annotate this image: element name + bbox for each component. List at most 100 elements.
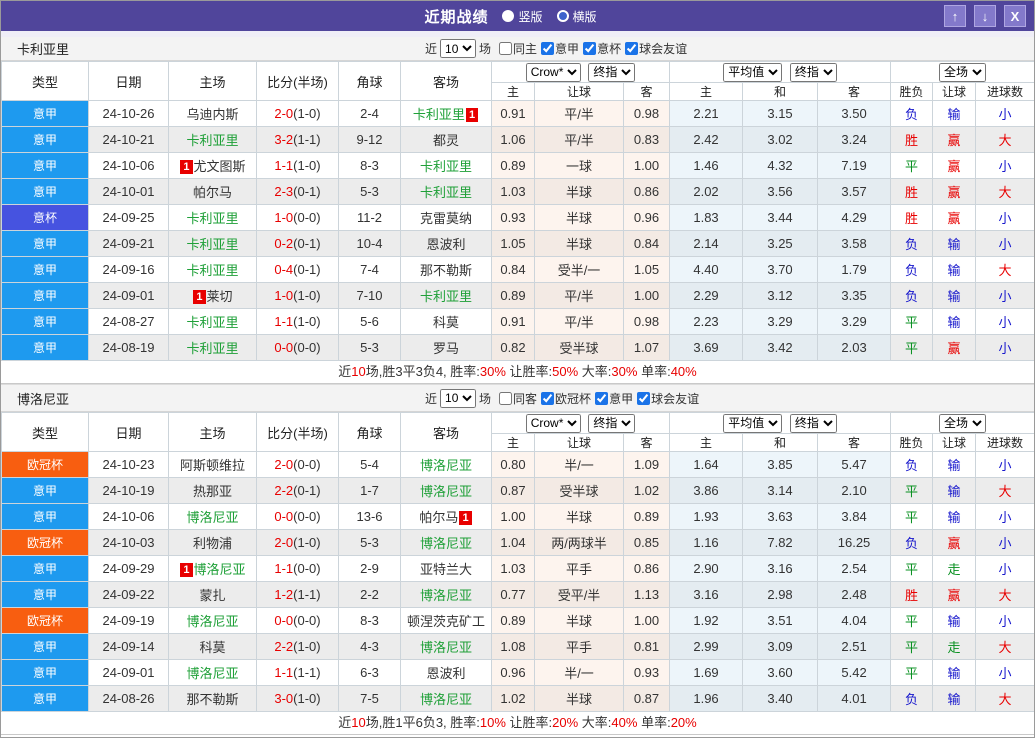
serie-a-checkbox[interactable] <box>541 42 555 55</box>
horizontal-layout-radio[interactable]: 横版 <box>556 8 597 25</box>
filter-controls: 近 10 场 同主 意甲 意杯 球会友谊 <box>425 39 687 58</box>
fullmatch-select[interactable]: 全场 <box>939 62 987 82</box>
avg-draw-odds: 2.98 <box>742 581 819 608</box>
avg-home-odds: 2.90 <box>669 555 744 582</box>
fulltime-score: 2-2 <box>274 639 294 654</box>
score-cell: 0-0(0-0) <box>256 607 339 634</box>
result-cell: 平 <box>890 633 934 660</box>
home-team-cell: 卡利亚里 <box>168 334 257 361</box>
avg-final-select[interactable]: 终指 <box>789 62 837 82</box>
filter-checkbox-friendly[interactable]: 球会友谊 <box>625 40 687 57</box>
red-card-badge: 1 <box>459 511 472 525</box>
same-home-checkbox[interactable] <box>499 42 513 55</box>
avg-away-odds: 3.29 <box>817 308 892 335</box>
sub-header-handicap-result: 让球 <box>932 433 977 452</box>
goals-result-cell: 小 <box>975 308 1034 335</box>
fullmatch-select[interactable]: 全场 <box>939 413 987 433</box>
crow-away-odds: 0.98 <box>622 100 671 127</box>
team-name: 卡利亚里 <box>186 263 239 278</box>
match-row: 欧冠杯 24-10-03 利物浦 2-0(1-0) 5-3 博洛尼亚 1.04 两/两球半 0.… <box>1 529 1034 556</box>
recent-count-select[interactable]: 10 <box>440 39 477 58</box>
avg-source-select[interactable]: 平均值 <box>723 62 783 82</box>
handicap-result-cell: 赢 <box>932 334 977 361</box>
handicap-result-cell: 输 <box>932 308 977 335</box>
filter-checkbox-serie-a[interactable]: 意甲 <box>541 40 579 57</box>
sub-header-avg-away: 客 <box>817 433 892 452</box>
crow-away-odds: 0.81 <box>622 633 671 660</box>
move-down-button[interactable]: ↓ <box>974 5 996 27</box>
friendly-checkbox[interactable] <box>637 391 651 405</box>
crow-home-odds: 0.87 <box>491 477 535 504</box>
fulltime-score: 0-0 <box>274 340 294 355</box>
result-cell: 平 <box>890 334 934 361</box>
crow-final-select[interactable]: 终指 <box>588 413 636 433</box>
match-row: 意甲 24-10-01 帕尔马 2-3(0-1) 5-3 卡利亚里 1.03 半球 0.86 2.… <box>1 178 1034 205</box>
crow-source-select[interactable]: Crow* <box>525 62 581 82</box>
handicap-cell: 平/半 <box>534 308 624 335</box>
home-team-cell: 科莫 <box>168 633 257 660</box>
coppa-checkbox[interactable] <box>583 42 597 55</box>
ucl-checkbox[interactable] <box>541 391 555 405</box>
fulltime-score: 0-2 <box>274 236 294 251</box>
team-name: 尤文图斯 <box>193 159 246 174</box>
filter-checkbox-same-home[interactable]: 同主 <box>499 40 537 57</box>
team-name: 卡利亚里 <box>412 107 465 122</box>
goals-result-cell: 大 <box>975 633 1034 660</box>
avg-home-odds: 2.23 <box>669 308 744 335</box>
avg-final-select[interactable]: 终指 <box>789 413 837 433</box>
home-team-cell: 1 尤文图斯 <box>168 152 257 179</box>
handicap-cell: 半球 <box>534 178 624 205</box>
team-name: 博洛尼亚 <box>419 458 472 473</box>
crow-home-odds: 1.00 <box>491 503 535 530</box>
halftime-score: (1-0) <box>293 691 321 706</box>
sub-header-goals: 进球数 <box>975 82 1034 101</box>
filter-checkbox-ucl[interactable]: 欧冠杯 <box>541 390 591 407</box>
avg-draw-odds: 3.42 <box>742 334 819 361</box>
avg-source-select[interactable]: 平均值 <box>723 413 783 433</box>
same-away-checkbox[interactable] <box>499 391 513 405</box>
match-date: 24-09-22 <box>88 581 169 608</box>
filter-checkbox-same-away[interactable]: 同客 <box>499 390 537 407</box>
halftime-score: (0-0) <box>293 210 321 225</box>
avg-away-odds: 2.03 <box>817 334 892 361</box>
score-cell: 1-1(1-1) <box>256 659 339 686</box>
league-badge: 欧冠杯 <box>1 529 89 556</box>
team-name: 博洛尼亚 <box>186 614 239 629</box>
avg-group-header: 平均值 终指 <box>669 61 892 83</box>
handicap-result-cell: 赢 <box>932 126 977 153</box>
summary-row: 近10场,胜3平3负4, 胜率:30% 让胜率:50% 大率:30% 单率:40… <box>1 361 1034 384</box>
crow-source-select[interactable]: Crow* <box>525 413 581 433</box>
goals-result-cell: 小 <box>975 204 1034 231</box>
away-team-cell: 亚特兰大 <box>400 555 492 582</box>
crow-home-odds: 0.89 <box>491 282 535 309</box>
avg-away-odds: 7.19 <box>817 152 892 179</box>
league-badge: 欧冠杯 <box>1 607 89 634</box>
crow-home-odds: 1.04 <box>491 529 535 556</box>
crow-final-select[interactable]: 终指 <box>588 62 636 82</box>
crow-away-odds: 0.89 <box>622 503 671 530</box>
crow-home-odds: 0.96 <box>491 659 535 686</box>
avg-home-odds: 1.64 <box>669 451 744 478</box>
corners-cell: 5-3 <box>338 178 401 205</box>
filter-checkbox-coppa[interactable]: 意杯 <box>583 40 621 57</box>
move-up-button[interactable]: ↑ <box>944 5 966 27</box>
col-header-corner: 角球 <box>338 412 401 452</box>
handicap-result-cell: 输 <box>932 659 977 686</box>
col-header-away: 客场 <box>400 61 492 101</box>
fulltime-score: 1-0 <box>274 288 294 303</box>
match-row: 意杯 24-09-25 卡利亚里 1-0(0-0) 11-2 克雷莫纳 0.93 半球 0.96… <box>1 204 1034 231</box>
avg-away-odds: 3.24 <box>817 126 892 153</box>
home-team-cell: 1 莱切 <box>168 282 257 309</box>
serie-a-checkbox[interactable] <box>595 391 609 405</box>
vertical-layout-radio[interactable]: 竖版 <box>502 8 543 25</box>
filter-checkbox-serie-a[interactable]: 意甲 <box>595 390 633 407</box>
close-button[interactable]: X <box>1004 5 1026 27</box>
team-section-cagliari: 卡利亚里 近 10 场 同主 意甲 意杯 球会友谊 类型 日期 主场 比分(半场… <box>1 37 1034 384</box>
filter-checkbox-friendly[interactable]: 球会友谊 <box>637 390 699 407</box>
halftime-score: (0-0) <box>293 561 321 576</box>
recent-count-select[interactable]: 10 <box>440 388 477 408</box>
crow-home-odds: 0.89 <box>491 607 535 634</box>
fulltime-score: 1-2 <box>274 587 294 602</box>
friendly-checkbox[interactable] <box>625 42 639 55</box>
league-badge: 意甲 <box>1 503 89 530</box>
